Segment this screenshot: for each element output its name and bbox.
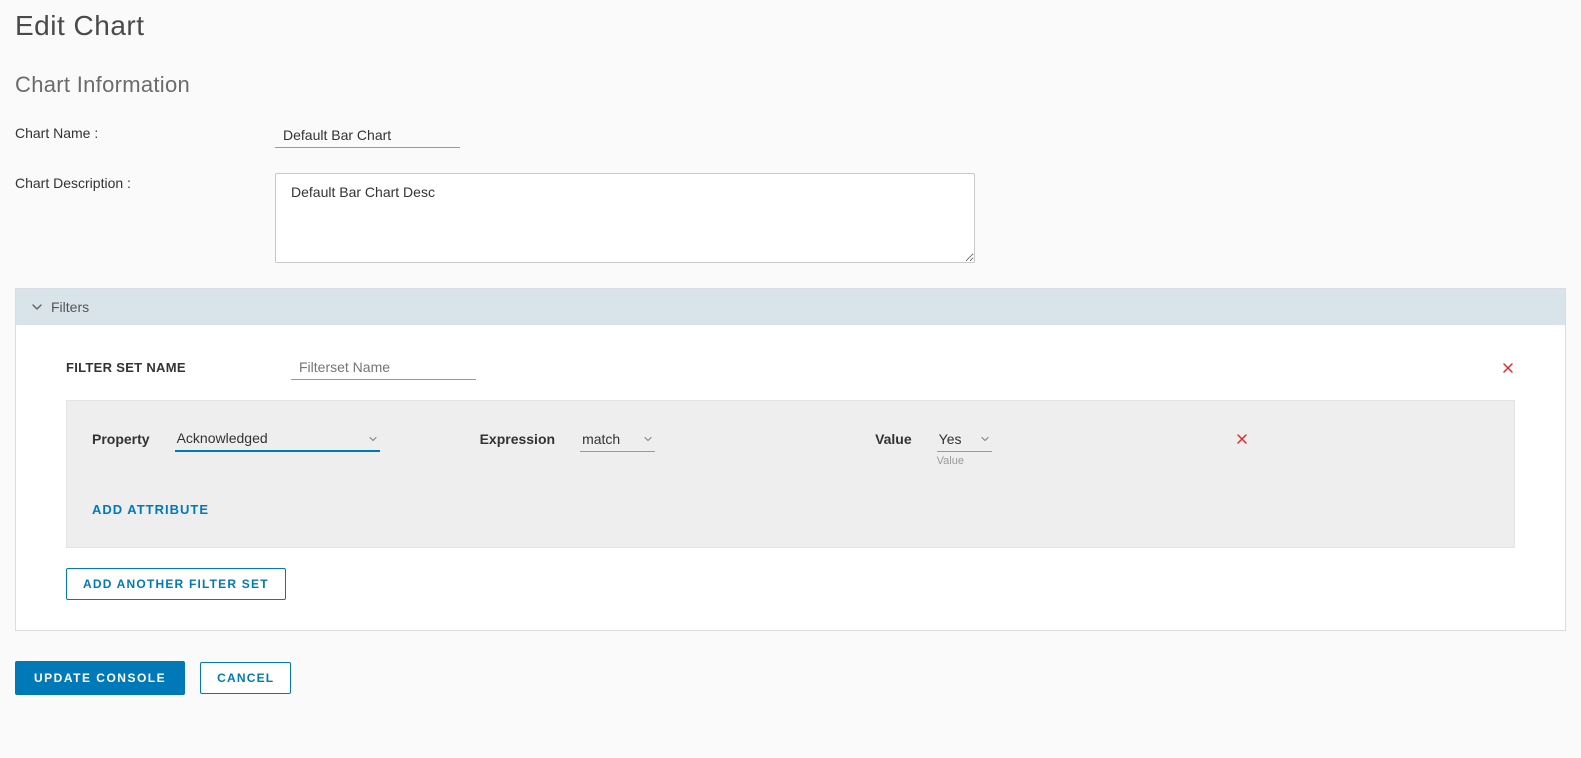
filterset-name-label: FILTER SET NAME — [66, 360, 291, 375]
property-label: Property — [92, 431, 150, 447]
update-console-button[interactable]: UPDATE CONSOLE — [15, 661, 185, 695]
delete-filterset-button[interactable] — [1501, 361, 1515, 375]
filterset-name-input[interactable] — [291, 355, 476, 380]
chart-name-label: Chart Name : — [15, 123, 275, 141]
chart-description-textarea[interactable]: Default Bar Chart Desc — [275, 173, 975, 263]
section-heading: Chart Information — [15, 72, 1566, 98]
chevron-down-icon — [31, 301, 43, 313]
expression-label: Expression — [480, 431, 555, 447]
value-selected-value: Yes — [939, 431, 962, 447]
filters-panel: Filters FILTER SET NAME Property Acknowl… — [15, 288, 1566, 631]
property-group: Property Acknowledged — [92, 426, 380, 452]
add-attribute-link[interactable]: ADD ATTRIBUTE — [92, 502, 209, 517]
chart-name-row: Chart Name : — [15, 123, 1566, 148]
value-group: Value Yes Value — [875, 427, 992, 452]
close-icon — [1501, 361, 1515, 375]
chart-name-input[interactable] — [275, 123, 460, 148]
close-icon — [1235, 432, 1249, 446]
delete-attribute-row-button[interactable] — [1235, 432, 1249, 446]
property-selected-value: Acknowledged — [177, 430, 268, 446]
attribute-row: Property Acknowledged Expression — [92, 426, 1489, 452]
chart-description-label: Chart Description : — [15, 173, 275, 191]
value-select[interactable]: Yes Value — [937, 427, 992, 452]
expression-select[interactable]: match — [580, 427, 655, 452]
expression-group: Expression match — [480, 427, 655, 452]
cancel-button[interactable]: CANCEL — [200, 662, 291, 694]
filters-panel-body: FILTER SET NAME Property Acknowledged — [16, 325, 1565, 630]
page-title: Edit Chart — [15, 10, 1566, 42]
filters-panel-header[interactable]: Filters — [16, 289, 1565, 325]
expression-selected-value: match — [582, 431, 620, 447]
attribute-box: Property Acknowledged Expression — [66, 400, 1515, 548]
chart-description-row: Chart Description : Default Bar Chart De… — [15, 173, 1566, 263]
value-helper-text: Value — [937, 455, 964, 467]
filters-panel-title: Filters — [51, 299, 89, 315]
property-select[interactable]: Acknowledged — [175, 426, 380, 452]
action-bar: UPDATE CONSOLE CANCEL — [15, 661, 1566, 695]
add-filter-set-button[interactable]: ADD ANOTHER FILTER SET — [66, 568, 286, 600]
filterset-name-row: FILTER SET NAME — [66, 355, 1515, 380]
value-label: Value — [875, 431, 912, 447]
